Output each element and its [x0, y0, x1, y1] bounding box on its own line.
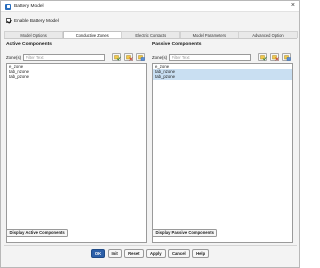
tab-model-parameters[interactable]: Model Parameters: [179, 31, 239, 38]
battery-model-dialog: Battery Model × Enable Battery Model Mod…: [0, 0, 300, 268]
toggle-selection-icon: [138, 55, 145, 61]
help-button[interactable]: Help: [192, 249, 210, 258]
active-zone-filter-row: Zone(s): [6, 53, 147, 61]
deselect-all-icon: [126, 55, 133, 61]
tab-model-options[interactable]: Model Options: [4, 31, 64, 38]
cancel-button[interactable]: Cancel: [167, 249, 190, 258]
active-deselect-all-button[interactable]: [124, 53, 133, 61]
passive-components-panel: Passive Components Zone(s) Filter Text e…: [152, 41, 293, 243]
list-item[interactable]: tab_pzone: [7, 74, 146, 79]
footer-divider: [4, 245, 297, 246]
passive-zone-filter-row: Zone(s): [152, 53, 293, 61]
enable-battery-model-label[interactable]: Enable Battery Model: [14, 18, 59, 23]
title-bar: Battery Model ×: [1, 1, 299, 12]
reset-button[interactable]: Reset: [124, 249, 144, 258]
tab-advanced-option[interactable]: Advanced Option: [238, 31, 298, 38]
display-active-components-button[interactable]: Display Active Components: [6, 229, 69, 237]
toggle-selection-icon: [284, 55, 291, 61]
active-components-list[interactable]: e_zone tab_nzone tab_pzone: [6, 63, 147, 243]
dialog-button-bar: OK Init Reset Apply Cancel Help: [1, 249, 299, 258]
tab-conductive-zones[interactable]: Conductive Zones: [62, 31, 122, 38]
active-filter-input[interactable]: [23, 53, 105, 61]
list-item[interactable]: tab_pzone: [153, 74, 292, 80]
tab-bar: Model Options Conductive Zones Electric …: [4, 31, 298, 39]
init-button[interactable]: Init: [107, 249, 122, 258]
active-components-panel: Active Components Zone(s) Filter Text e_…: [6, 41, 147, 243]
active-toggle-selection-button[interactable]: [136, 53, 145, 61]
deselect-all-icon: [272, 55, 279, 61]
window-title: Battery Model: [14, 3, 44, 9]
select-all-icon: [114, 55, 121, 61]
passive-zone-label: Zone(s): [152, 54, 168, 60]
passive-filter-input[interactable]: [169, 53, 251, 61]
active-zone-label: Zone(s): [6, 54, 22, 60]
tab-electric-contacts[interactable]: Electric Contacts: [121, 31, 181, 38]
passive-components-title: Passive Components: [152, 42, 202, 47]
enable-battery-model-checkbox[interactable]: [6, 18, 11, 23]
enable-battery-model-row[interactable]: Enable Battery Model: [6, 17, 59, 24]
active-components-title: Active Components: [6, 42, 52, 47]
display-passive-components-button[interactable]: Display Passive Components: [152, 229, 218, 237]
passive-deselect-all-button[interactable]: [270, 53, 279, 61]
passive-select-all-button[interactable]: [258, 53, 267, 61]
ok-button[interactable]: OK: [90, 249, 106, 258]
apply-button[interactable]: Apply: [145, 249, 166, 258]
passive-toggle-selection-button[interactable]: [282, 53, 291, 61]
close-icon[interactable]: ×: [291, 2, 295, 10]
passive-components-list[interactable]: e_zone tab_nzone tab_pzone: [152, 63, 293, 243]
active-select-all-button[interactable]: [112, 53, 121, 61]
app-icon: [5, 3, 11, 10]
select-all-icon: [260, 55, 267, 61]
